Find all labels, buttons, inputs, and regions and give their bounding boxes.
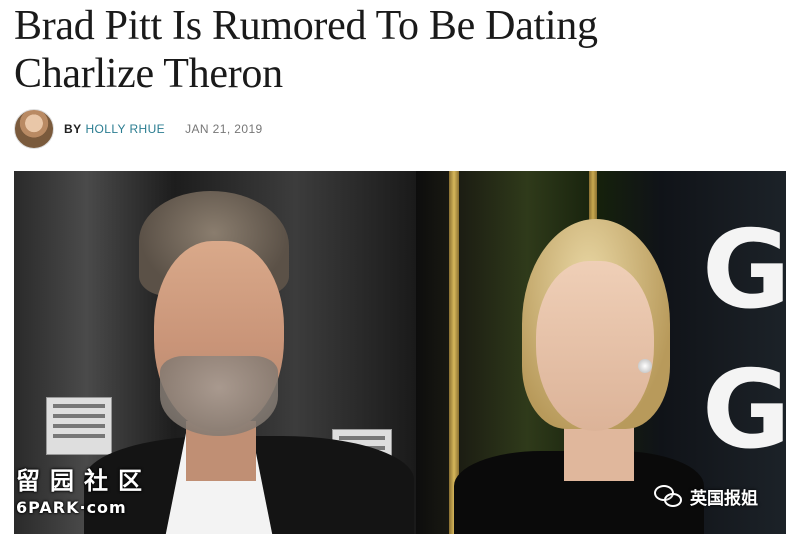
wechat-watermark: 英国报姐 <box>654 484 758 509</box>
byline-prefix: BY <box>64 122 82 136</box>
publish-date: JAN 21, 2019 <box>185 122 263 136</box>
earring <box>638 359 652 373</box>
site-watermark: 留园社区 6PARK·com <box>16 461 152 517</box>
man-beard <box>160 356 278 436</box>
headline-line-1: Brad Pitt Is Rumored To Be Dating <box>14 3 598 49</box>
article-headline: Brad Pitt Is Rumored To Be Dating Charli… <box>14 2 784 98</box>
relief-org-sign <box>46 397 112 455</box>
byline: BY HOLLY RHUE JAN 21, 2019 <box>14 109 263 149</box>
watermark-cn-text: 留园社区 <box>16 467 152 495</box>
headline-line-2: Charlize Theron <box>14 51 283 97</box>
wechat-account-name: 英国报姐 <box>690 489 758 509</box>
backdrop-lettering: GOGL <box>702 208 786 473</box>
author-avatar[interactable] <box>14 109 54 149</box>
author-link[interactable]: HOLLY RHUE <box>85 122 165 136</box>
watermark-en-text: 6PARK·com <box>16 498 127 517</box>
woman-face <box>536 261 654 431</box>
wechat-icon <box>654 484 684 509</box>
article-hero-image: GOGL 留园社区 6PARK·com 英国报姐 <box>14 171 786 534</box>
